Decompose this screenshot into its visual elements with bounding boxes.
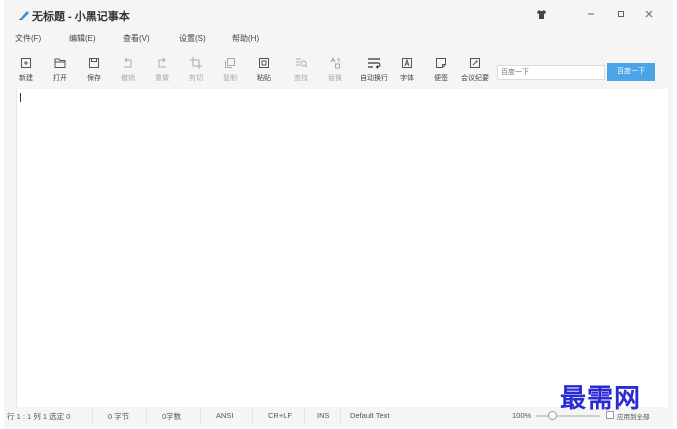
text-editor-area[interactable] [16, 89, 668, 407]
baidu-search-button[interactable]: 百度一下 [607, 63, 655, 81]
meeting-notes-icon [470, 58, 480, 68]
font-icon [402, 58, 412, 68]
status-divider [252, 409, 253, 423]
meeting-notes-button[interactable]: 会议纪要 [460, 55, 490, 87]
copy-icon [225, 58, 235, 68]
cut-icon [190, 57, 202, 69]
save-icon [89, 58, 99, 68]
minimize-icon [588, 13, 594, 15]
font-button[interactable]: 字体 [392, 55, 422, 87]
byte-count: 0 字节 [108, 412, 130, 421]
zoom-level: 100% [512, 411, 532, 420]
copy-button[interactable]: 复制 [215, 55, 245, 87]
redo-icon [158, 57, 166, 68]
text-type[interactable]: Default Text [350, 411, 389, 420]
paste-label: 粘贴 [257, 75, 271, 82]
undo-icon [124, 57, 132, 68]
save-button[interactable]: 保存 [79, 55, 109, 87]
notepad-window: 无标题 - 小黑记事本 文件(F) 编辑(E) 查看(V) 设置(S) 帮助(H… [4, 0, 673, 429]
text-caret [20, 93, 21, 102]
undo-button[interactable]: 撤销 [113, 55, 143, 87]
encoding[interactable]: ANSI [216, 411, 234, 420]
title-bar: 无标题 - 小黑记事本 [4, 0, 673, 30]
minimize-button[interactable] [580, 6, 602, 24]
notepad-app-icon [19, 11, 29, 20]
menu-settings[interactable]: 设置(S) [179, 33, 206, 44]
zoom-slider[interactable] [536, 415, 600, 417]
menu-file[interactable]: 文件(F) [15, 33, 41, 44]
sticky-note-button[interactable]: 便签 [426, 55, 456, 87]
maximize-button[interactable] [610, 6, 632, 24]
line-ending[interactable]: CR+LF [268, 411, 292, 420]
window-title: 无标题 - 小黑记事本 [32, 11, 130, 23]
cut-button[interactable]: 剪切 [181, 55, 211, 87]
meeting-notes-label: 会议纪要 [461, 75, 489, 82]
status-divider [92, 409, 93, 423]
replace-icon [330, 56, 340, 69]
close-button[interactable] [638, 6, 660, 24]
word-wrap-icon [368, 58, 381, 69]
insert-mode: INS [317, 411, 330, 420]
close-icon [645, 10, 653, 18]
status-divider [146, 409, 147, 423]
find-button[interactable]: 查找 [286, 55, 316, 87]
status-divider [340, 409, 341, 423]
menu-bar: 文件(F) 编辑(E) 查看(V) 设置(S) 帮助(H) [4, 33, 673, 49]
char-count: 0字数 [162, 412, 182, 421]
skin-tshirt-icon[interactable] [536, 9, 547, 20]
menu-view[interactable]: 查看(V) [123, 33, 150, 44]
baidu-search-input[interactable] [497, 65, 605, 80]
sticky-note-icon [436, 58, 446, 68]
menu-help[interactable]: 帮助(H) [232, 33, 259, 44]
paste-button[interactable]: 粘贴 [249, 55, 279, 87]
open-button[interactable]: 打开 [45, 55, 75, 87]
paste-icon [259, 58, 269, 68]
folder-open-icon [54, 58, 66, 68]
maximize-icon [618, 11, 624, 17]
status-divider [200, 409, 201, 423]
new-button[interactable]: 新建 [11, 55, 41, 87]
replace-button[interactable]: 替换 [320, 55, 350, 87]
zoom-slider-handle[interactable] [548, 411, 557, 420]
find-icon [296, 58, 308, 68]
cursor-position: 行 1 : 1 列 1 选定 0 [7, 412, 71, 421]
watermark-logo: 最需网 [560, 384, 642, 414]
redo-button[interactable]: 重做 [147, 55, 177, 87]
status-divider [304, 409, 305, 423]
menu-edit[interactable]: 编辑(E) [69, 33, 96, 44]
new-file-icon [21, 58, 31, 68]
